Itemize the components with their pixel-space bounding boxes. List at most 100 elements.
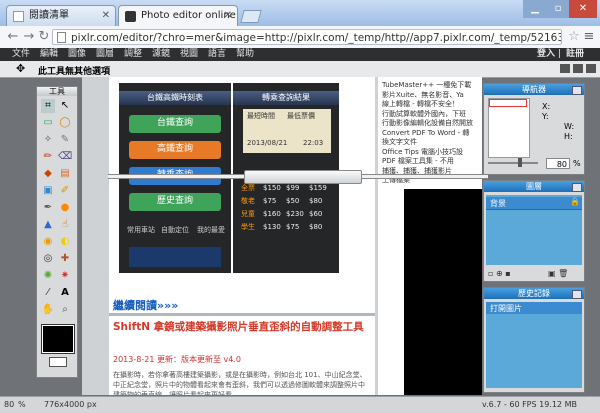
history-list: 打開圖片 [486,302,582,388]
delete-layer-icon[interactable]: 🗑 [558,269,568,278]
address-bar[interactable]: pixlr.com/editor/?chro=mer&image=http://… [52,29,562,45]
marquee-icon[interactable]: ▭ [41,116,55,130]
article-title: ShiftN 拿鏡或建築攝影照片垂直歪斜的自動調整工具 [113,321,364,333]
document-canvas[interactable]: 台鐵高鐵時刻表 台鐵查詢 高鐵查詢 轉乘查詢 歷史查詢 常用車站 自動定位 我的… [109,77,375,395]
maximize-app-icon[interactable] [573,64,583,73]
tools-title: 工具 [37,87,77,96]
lock-icon[interactable]: 🔒 [570,197,580,206]
menu-adjust[interactable]: 調整 [124,48,142,61]
right-text-block: TubeMaster++ 一種免下載 影片Xuite、無名影音、Ya 線上轉檔 … [382,81,473,184]
reload-icon[interactable]: ↻ [35,29,53,45]
browser-titlebar: 閱讀清單 ✕ Photo editor online / fre ✕ ▁ ▫ ✕ [0,0,600,26]
phone2-time: 22:03 [303,139,324,147]
hand-icon[interactable]: ✋ [41,303,55,317]
phone2-date: 2013/08/21 [247,139,288,147]
close-icon[interactable]: ✕ [224,6,232,26]
layer-row-background[interactable]: 背景 🔒 [486,197,582,210]
maximize-icon[interactable]: ▫ [547,0,569,18]
navigator-thumbnail[interactable] [488,98,530,158]
layer-actions-right: ▣ 🗑 [548,269,568,278]
w-label: W: [564,122,575,131]
layer-style-icon[interactable]: ▪ [505,269,510,278]
close-app-icon[interactable] [586,64,596,73]
status-zoom-unit: % [18,400,26,409]
dodge-icon[interactable]: ◐ [58,235,72,249]
tab-reading-list[interactable]: 閱讀清單 ✕ [6,5,116,26]
bloat-icon[interactable]: ✺ [41,269,55,283]
background-color-swatch[interactable] [49,357,67,367]
panel-close-icon[interactable] [572,290,582,299]
lasso-icon[interactable]: ◯ [58,116,72,130]
history-item[interactable]: 打開圖片 [486,302,582,314]
move-tool-icon: ✥ [16,62,26,75]
new-layer-icon[interactable]: ▣ [548,269,556,278]
red-eye-icon[interactable]: ◎ [41,252,55,266]
menu-layer[interactable]: 圖層 [96,48,114,61]
menu-image[interactable]: 圖像 [68,48,86,61]
phone1-ad-banner [129,247,221,267]
minimize-app-icon[interactable] [560,64,570,73]
drawing-icon[interactable]: ✒ [41,201,55,215]
gradient-icon[interactable]: ▤ [58,167,72,181]
color-replace-icon[interactable]: ✐ [58,184,72,198]
drag-handle[interactable] [244,170,362,184]
menu-icon[interactable]: ≡ [580,29,598,45]
phone1-btn-hsr: 高鐵查詢 [129,141,221,159]
smudge-icon[interactable]: ☝ [58,218,72,232]
wand-icon[interactable]: ✧ [41,133,55,147]
sponge-icon[interactable]: ◉ [41,235,55,249]
register-link[interactable]: 註冊 [566,48,584,61]
type-icon[interactable]: A [58,286,72,300]
navigator-viewport[interactable] [489,99,527,107]
layers-title: 圖層 [484,181,584,192]
history-item-label: 打開圖片 [490,304,522,313]
menu-filter[interactable]: 濾鏡 [152,48,170,61]
layer-mask-icon[interactable]: ⊕ [496,269,503,278]
new-tab-button[interactable] [240,10,262,23]
spot-heal-icon[interactable]: ✚ [58,252,72,266]
pinch-icon[interactable]: ✷ [58,269,72,283]
panel-close-icon[interactable] [572,183,582,192]
eraser-icon[interactable]: ⌫ [58,150,72,164]
login-link[interactable]: 登入 [537,48,555,61]
y-label: Y: [542,112,549,121]
zoom-icon[interactable]: ⌕ [58,303,72,317]
move-icon[interactable]: ↖ [58,99,72,113]
foreground-color-swatch[interactable] [42,325,74,353]
article-meta: 2013-8-21 更新：版本更新至 v4.0 [113,355,241,364]
minimize-icon[interactable]: ▁ [523,0,547,18]
tool-options-bar: ✥ 此工具無其他選項 [0,61,600,78]
menu-help[interactable]: 幫助 [236,48,254,61]
blur-icon[interactable]: ● [58,201,72,215]
layer-visibility-icon[interactable]: ▫ [488,269,493,278]
sharpen-icon[interactable]: ▲ [41,218,55,232]
phone1-title: 台鐵高鐵時刻表 [119,91,231,105]
zoom-slider-handle[interactable] [518,158,522,167]
status-fps: v.6.7 - 60 FPS 19.12 MB [482,400,577,409]
status-bar: 80 % 776x4000 px v.6.7 - 60 FPS 19.12 MB [0,396,600,413]
layer-name: 背景 [490,199,506,208]
clone-icon[interactable]: ▣ [41,184,55,198]
pencil-icon[interactable]: ✎ [58,133,72,147]
crop-icon[interactable]: ⌗ [41,99,55,113]
panel-close-icon[interactable] [572,86,582,95]
zoom-input[interactable]: 80 [546,158,570,169]
bucket-icon[interactable]: ◆ [41,167,55,181]
zoom-slider[interactable] [488,162,538,164]
window-close-icon[interactable]: ✕ [569,0,597,18]
eyedropper-icon[interactable]: ⁄ [41,286,55,300]
close-icon[interactable]: ✕ [102,6,110,26]
menu-language[interactable]: 語言 [208,48,226,61]
url-text: pixlr.com/editor/?chro=mer&image=http://… [71,32,562,44]
menu-view[interactable]: 視圖 [180,48,198,61]
tab-photo-editor[interactable]: Photo editor online / fre ✕ [118,5,238,26]
menu-edit[interactable]: 編輯 [40,48,58,61]
zoom-unit: % [573,159,581,168]
table-row: 敬老 $75 $50 $80 [241,197,323,205]
status-size: 776x4000 px [44,400,97,409]
separator [109,313,375,316]
browser-navbar: ← → ↻ pixlr.com/editor/?chro=mer&image=h… [0,26,600,49]
menu-file[interactable]: 文件 [12,48,30,61]
brush-icon[interactable]: ✏ [41,150,55,164]
tools-panel: 工具 ⌗ ↖ ▭ ◯ ✧ ✎ ✏ ⌫ ◆ ▤ ▣ ✐ ✒ ● ▲ ☝ ◉ ◐ ◎… [36,86,78,378]
